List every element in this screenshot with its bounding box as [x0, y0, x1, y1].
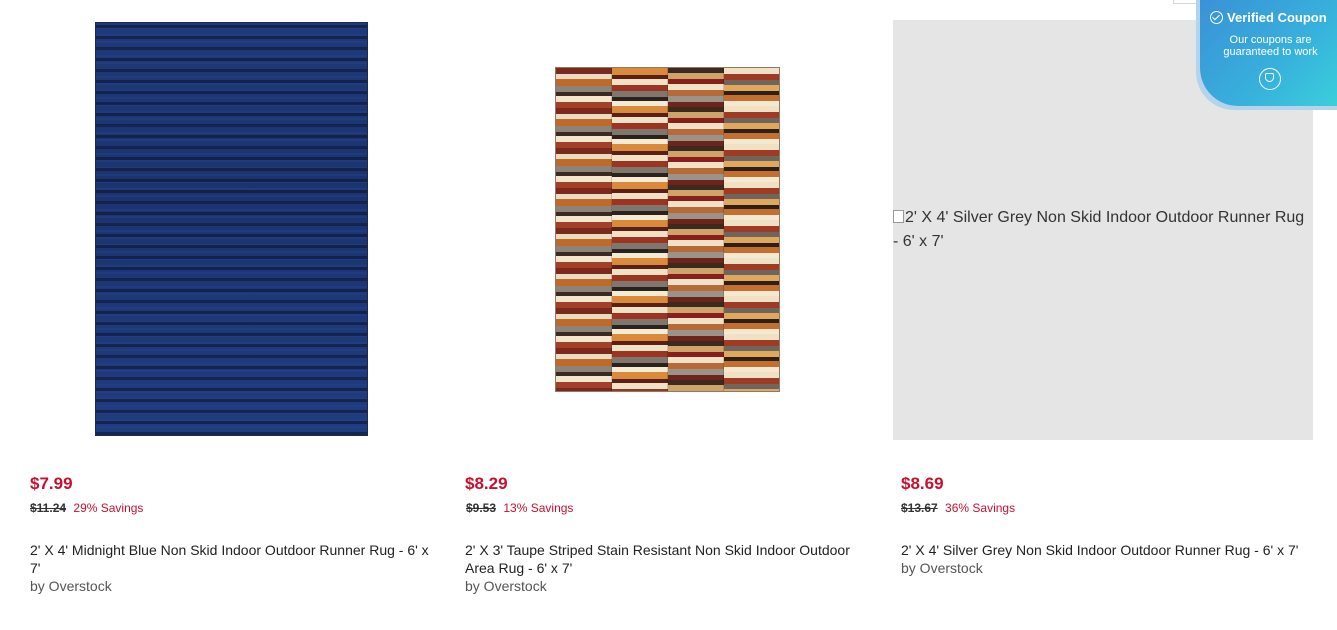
product-image-taupe-striped-rug[interactable] [555, 67, 780, 392]
product-price: $8.29 [465, 474, 508, 493]
broken-image-alt-text: 2' X 4' Silver Grey Non Skid Indoor Outd… [893, 206, 1313, 254]
savings-percent: 29% Savings [73, 501, 144, 515]
savings-row: $11.24 29% Savings [30, 501, 143, 515]
product-image-midnight-blue-rug[interactable] [95, 22, 368, 436]
savings-percent: 13% Savings [503, 501, 574, 515]
product-title[interactable]: 2' X 4' Midnight Blue Non Skid Indoor Ou… [30, 541, 435, 577]
savings-row: $9.53 13% Savings [466, 501, 573, 515]
product-seller: by Overstock [465, 578, 547, 594]
original-price: $9.53 [466, 501, 497, 515]
product-title[interactable]: 2' X 4' Silver Grey Non Skid Indoor Outd… [901, 541, 1321, 559]
product-title[interactable]: 2' X 3' Taupe Striped Stain Resistant No… [465, 541, 865, 577]
image-alt-label: 2' X 4' Silver Grey Non Skid Indoor Outd… [893, 209, 1305, 250]
broken-image-icon [893, 210, 904, 223]
product-seller: by Overstock [30, 578, 112, 594]
savings-percent: 36% Savings [945, 501, 1016, 515]
rug-stripe-column [556, 68, 612, 391]
rug-stripe-column [724, 68, 779, 391]
check-circle-icon [1210, 11, 1223, 24]
shield-icon[interactable] [1259, 68, 1281, 90]
savings-row: $13.67 36% Savings [901, 501, 1015, 515]
original-price: $13.67 [901, 501, 938, 515]
verified-coupon-badge[interactable]: Verified Coupon Our coupons are guarante… [1200, 0, 1337, 106]
coupon-badge-header: Verified Coupon [1210, 10, 1327, 25]
product-seller: by Overstock [901, 560, 983, 576]
product-price: $7.99 [30, 474, 73, 493]
original-price: $11.24 [30, 501, 67, 515]
coupon-badge-subtitle: Our coupons are guaranteed to work [1223, 34, 1318, 58]
rug-stripe-column [612, 68, 668, 391]
rug-stripe-column [668, 68, 724, 391]
product-price: $8.69 [901, 474, 944, 493]
coupon-badge-title: Verified Coupon [1227, 10, 1327, 25]
